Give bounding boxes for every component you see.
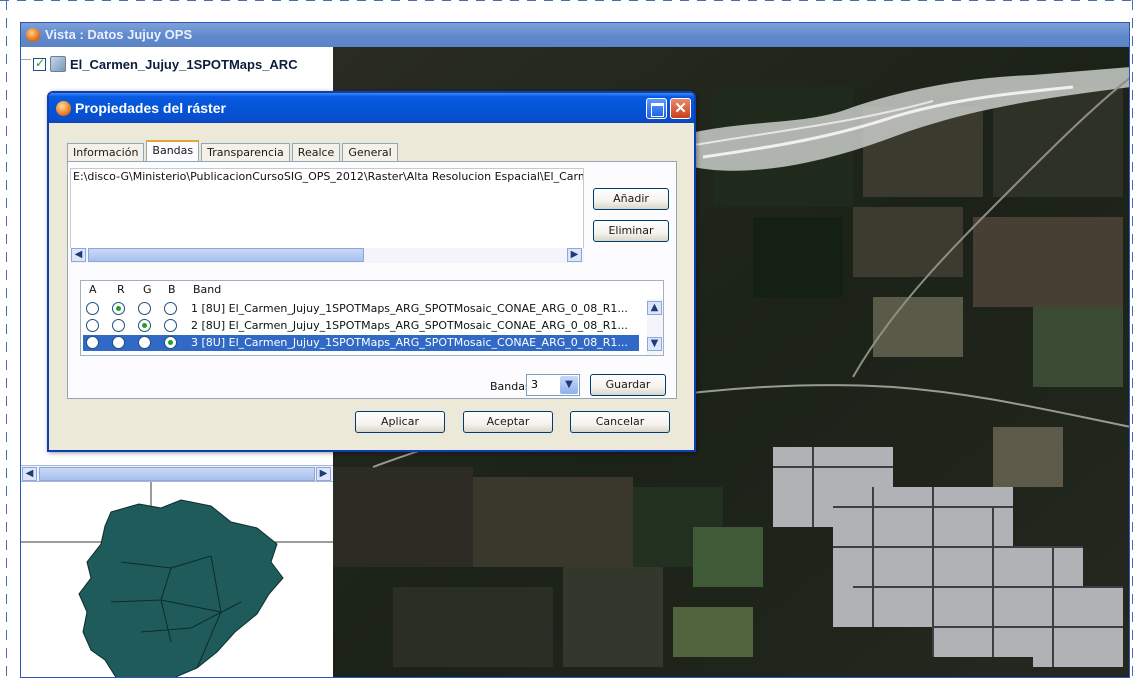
band-table-header: A R G B Band <box>81 281 663 299</box>
toc-layer-row[interactable]: El_Carmen_Jujuy_1SPOTMaps_ARC <box>33 55 298 73</box>
scroll-left-icon[interactable]: ◀ <box>71 248 86 262</box>
radio-b[interactable] <box>164 302 177 315</box>
page-border-left <box>6 0 7 678</box>
radio-g[interactable] <box>138 336 151 349</box>
radio-r[interactable] <box>112 319 125 332</box>
page-border-top <box>0 0 1135 1</box>
bands-panel: E:\disco-G\Ministerio\PublicacionCursoSI… <box>67 161 677 399</box>
cancel-button[interactable]: Cancelar <box>570 411 670 433</box>
radio-b[interactable] <box>164 319 177 332</box>
view-title: Vista : Datos Jujuy OPS <box>45 27 193 42</box>
radio-g[interactable] <box>138 302 151 315</box>
tab-strip: Información Bandas Transparencia Realce … <box>67 140 400 161</box>
scroll-thumb[interactable] <box>39 467 315 481</box>
bands-count-value: 3 <box>531 378 538 391</box>
maximize-icon[interactable] <box>646 98 667 119</box>
scroll-right-icon[interactable]: ▶ <box>567 248 582 262</box>
add-file-button[interactable]: Añadir <box>593 188 669 210</box>
scroll-thumb[interactable] <box>88 248 364 262</box>
scroll-left-icon[interactable]: ◀ <box>22 467 37 481</box>
raster-layer-icon <box>50 56 66 72</box>
col-r: R <box>117 283 125 296</box>
locator-map-canvas <box>21 482 333 677</box>
band-table: A R G B Band 1 [8U] El_Carmen_Jujuy_1SPO… <box>80 280 664 356</box>
radio-r[interactable] <box>112 302 125 315</box>
band-row[interactable]: 2 [8U] El_Carmen_Jujuy_1SPOTMaps_ARG_SPO… <box>83 318 639 334</box>
file-list[interactable]: E:\disco-G\Ministerio\PublicacionCursoSI… <box>70 168 584 256</box>
tree-connector <box>21 59 31 60</box>
col-g: G <box>143 283 152 296</box>
radio-r[interactable] <box>112 336 125 349</box>
band-label: 1 [8U] El_Carmen_Jujuy_1SPOTMaps_ARG_SPO… <box>191 302 628 315</box>
dialog-title: Propiedades del ráster <box>75 100 226 116</box>
tab-transparencia[interactable]: Transparencia <box>201 143 290 161</box>
file-list-horizontal-scrollbar[interactable]: ◀ ▶ <box>70 248 584 263</box>
bands-count-label: Bandas <box>490 380 531 393</box>
scroll-up-icon[interactable]: ▲ <box>647 301 662 315</box>
gvsig-app-icon <box>56 101 71 116</box>
layer-visibility-checkbox[interactable] <box>33 56 46 71</box>
dialog-titlebar[interactable]: Propiedades del ráster ✕ <box>49 93 694 123</box>
band-label: 2 [8U] El_Carmen_Jujuy_1SPOTMaps_ARG_SPO… <box>191 319 628 332</box>
save-button[interactable]: Guardar <box>590 374 666 396</box>
tab-informacion[interactable]: Información <box>67 143 145 161</box>
band-table-vertical-scrollbar[interactable]: ▲ ▼ <box>647 299 663 355</box>
scroll-right-icon[interactable]: ▶ <box>316 467 331 481</box>
view-titlebar[interactable]: Vista : Datos Jujuy OPS <box>21 23 1129 47</box>
tab-general[interactable]: General <box>342 143 398 161</box>
radio-a[interactable] <box>86 336 99 349</box>
raster-properties-dialog: Propiedades del ráster ✕ Información Ban… <box>47 91 696 452</box>
band-row[interactable]: 1 [8U] El_Carmen_Jujuy_1SPOTMaps_ARG_SPO… <box>83 301 639 317</box>
argentina-province-shape <box>78 499 284 677</box>
file-path-item[interactable]: E:\disco-G\Ministerio\PublicacionCursoSI… <box>71 169 583 184</box>
apply-button[interactable]: Aplicar <box>355 411 445 433</box>
col-b: B <box>168 283 176 296</box>
radio-a[interactable] <box>86 302 99 315</box>
tab-bandas[interactable]: Bandas <box>146 140 200 161</box>
accept-button[interactable]: Aceptar <box>463 411 553 433</box>
toc-horizontal-scrollbar[interactable]: ◀ ▶ <box>21 465 333 482</box>
gvsig-app-icon <box>26 28 40 42</box>
scroll-down-icon[interactable]: ▼ <box>647 337 662 351</box>
radio-b[interactable] <box>164 336 177 349</box>
col-band: Band <box>193 283 222 296</box>
radio-g[interactable] <box>138 319 151 332</box>
col-a: A <box>89 283 97 296</box>
remove-file-button[interactable]: Eliminar <box>593 220 669 242</box>
page-border-right <box>1132 0 1133 678</box>
radio-a[interactable] <box>86 319 99 332</box>
close-icon[interactable]: ✕ <box>670 98 691 119</box>
layer-name[interactable]: El_Carmen_Jujuy_1SPOTMaps_ARC <box>70 57 298 72</box>
chevron-down-icon[interactable]: ▼ <box>560 376 578 394</box>
bands-count-select[interactable]: 3 ▼ <box>526 374 580 396</box>
band-row-selected[interactable]: 3 [8U] El_Carmen_Jujuy_1SPOTMaps_ARG_SPO… <box>83 335 639 351</box>
band-label: 3 [8U] El_Carmen_Jujuy_1SPOTMaps_ARG_SPO… <box>191 336 628 349</box>
tab-realce[interactable]: Realce <box>291 143 341 161</box>
locator-map[interactable] <box>21 482 333 677</box>
